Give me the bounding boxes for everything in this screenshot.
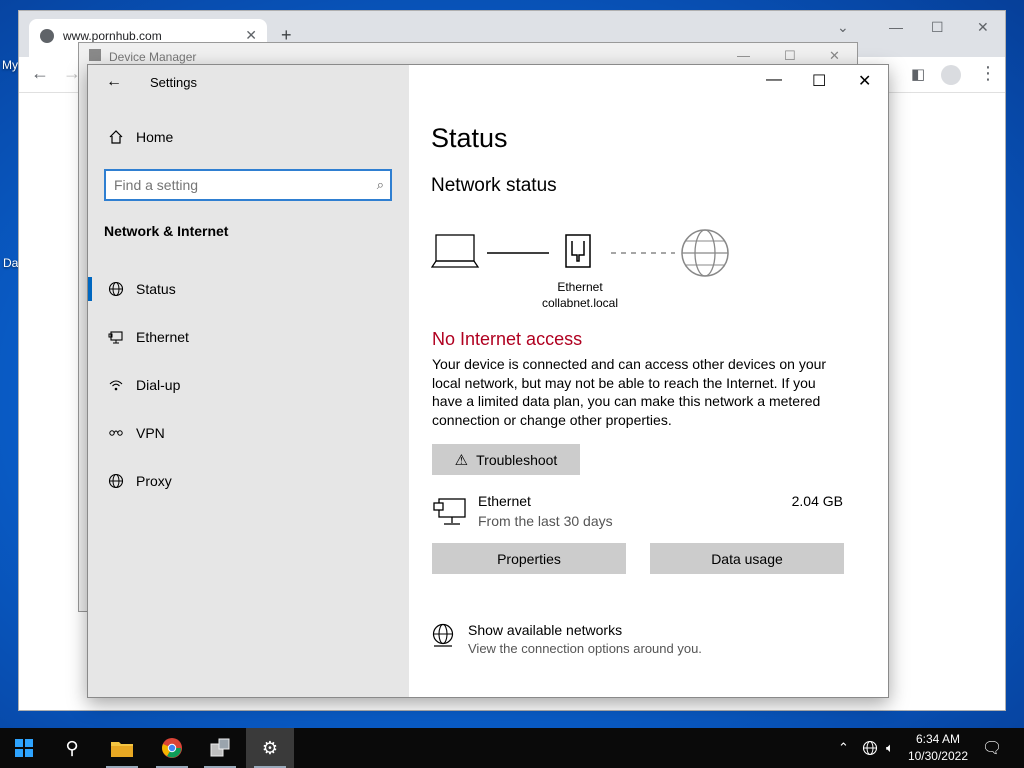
available-networks-icon [431,623,455,652]
device-manager-title: Device Manager [109,50,197,64]
taskbar: ⚲ ⚙ ⌃ 🔈︎ 6:34 AM 10/30/2022 🗨︎ [0,728,1024,768]
sidebar-item-ethernet[interactable]: Ethernet [104,329,189,345]
ethernet-port-icon [565,234,591,268]
diagram-label-adapter: Ethernet [557,280,603,294]
notifications-icon[interactable]: 🗨︎ [982,728,1002,768]
data-usage-button[interactable]: Data usage [650,543,844,574]
troubleshoot-label: Troubleshoot [476,451,558,468]
profile-avatar-icon[interactable] [941,65,961,85]
tray-chevron-icon[interactable]: ⌃ [838,728,849,768]
desktop-icon-label[interactable]: My [2,58,18,72]
internet-globe-icon [681,229,729,277]
settings-app-title: Settings [150,75,197,90]
warning-triangle-icon: ⚠ [454,451,469,469]
ethernet-icon [104,329,128,345]
search-icon[interactable]: ⌕ [377,177,384,193]
active-indicator [88,277,92,301]
connection-description: Your device is connected and can access … [432,356,827,428]
home-nav-item[interactable]: Home [104,129,173,145]
devmgr-minimize-button[interactable]: — [737,48,750,63]
ethernet-period: From the last 30 days [478,513,613,529]
settings-sidebar: ← Settings Home ⌕ Network & Internet Sta… [88,65,409,697]
volume-icon[interactable]: 🔈︎ [886,728,894,768]
sidepanel-icon[interactable]: ◧ [911,65,925,83]
menu-dots-icon[interactable]: ⋮ [979,63,997,84]
sidebar-item-dialup[interactable]: Dial-up [104,377,180,393]
taskbar-clock[interactable]: 6:34 AM 10/30/2022 [908,731,968,765]
sidebar-item-vpn[interactable]: VPN [104,425,165,441]
show-available-networks-link[interactable]: Show available networks [468,622,622,638]
minimize-button[interactable]: — [766,71,782,89]
device-manager-taskbar-icon[interactable] [196,728,244,768]
devmgr-maximize-button[interactable]: ☐ [784,48,796,64]
proxy-globe-icon [104,473,128,489]
properties-button[interactable]: Properties [432,543,626,574]
sidebar-item-label: Dial-up [136,377,181,393]
start-button[interactable] [0,728,48,768]
section-heading: Network & Internet [104,223,229,239]
maximize-button[interactable]: ☐ [812,71,826,91]
device-manager-icon [89,49,101,61]
browser-maximize-button[interactable]: ☐ [931,19,944,36]
devmgr-close-button[interactable]: ✕ [829,48,840,64]
browser-tab-title: www.pornhub.com [63,29,162,43]
browser-minimize-button[interactable]: — [889,19,903,35]
dialup-icon [104,377,128,393]
settings-window: ← Settings Home ⌕ Network & Internet Sta… [87,64,889,698]
sidebar-item-label: Status [136,281,176,297]
home-label: Home [136,129,174,145]
file-explorer-icon[interactable] [98,728,146,768]
browser-close-button[interactable]: ✕ [977,19,989,36]
status-globe-icon [104,281,128,297]
settings-search-input[interactable] [106,171,346,199]
globe-icon [40,29,54,43]
tab-search-icon[interactable]: ⌄ [837,19,849,36]
laptop-icon [431,234,480,268]
sidebar-item-status[interactable]: Status [104,281,176,297]
windows-logo-icon [15,739,33,757]
clock-date: 10/30/2022 [907,749,968,763]
sidebar-item-label: VPN [136,425,165,441]
settings-search-box[interactable]: ⌕ [104,169,392,201]
network-globe-icon[interactable] [862,728,878,768]
ethernet-name: Ethernet [478,493,531,509]
sidebar-item-proxy[interactable]: Proxy [104,473,172,489]
vpn-icon [104,425,128,441]
settings-gear-icon[interactable]: ⚙ [246,728,294,768]
home-icon [104,129,128,145]
troubleshoot-button[interactable]: ⚠ Troubleshoot [432,444,580,475]
back-arrow-icon[interactable]: ← [31,63,49,84]
page-title: Status [431,123,508,153]
back-arrow-icon[interactable]: ← [106,73,122,91]
close-button[interactable]: ✕ [858,71,871,91]
sidebar-item-label: Proxy [136,473,172,489]
ethernet-usage: 2.04 GB [791,493,843,509]
taskbar-search-icon[interactable]: ⚲ [48,728,96,768]
chrome-icon[interactable] [148,728,196,768]
connection-status-warning: No Internet access [432,329,583,349]
diagram-label-domain: collabnet.local [541,296,619,310]
sidebar-item-label: Ethernet [136,329,189,345]
clock-time: 6:34 AM [915,732,960,746]
network-diagram [431,229,729,277]
desktop-icon-label[interactable]: Da [3,256,18,270]
ethernet-adapter-icon [433,497,467,530]
network-status-heading: Network status [431,175,557,196]
show-available-networks-desc: View the connection options around you. [468,641,702,656]
settings-main-pane: — ☐ ✕ Status Network status Ethernet col… [409,65,888,697]
